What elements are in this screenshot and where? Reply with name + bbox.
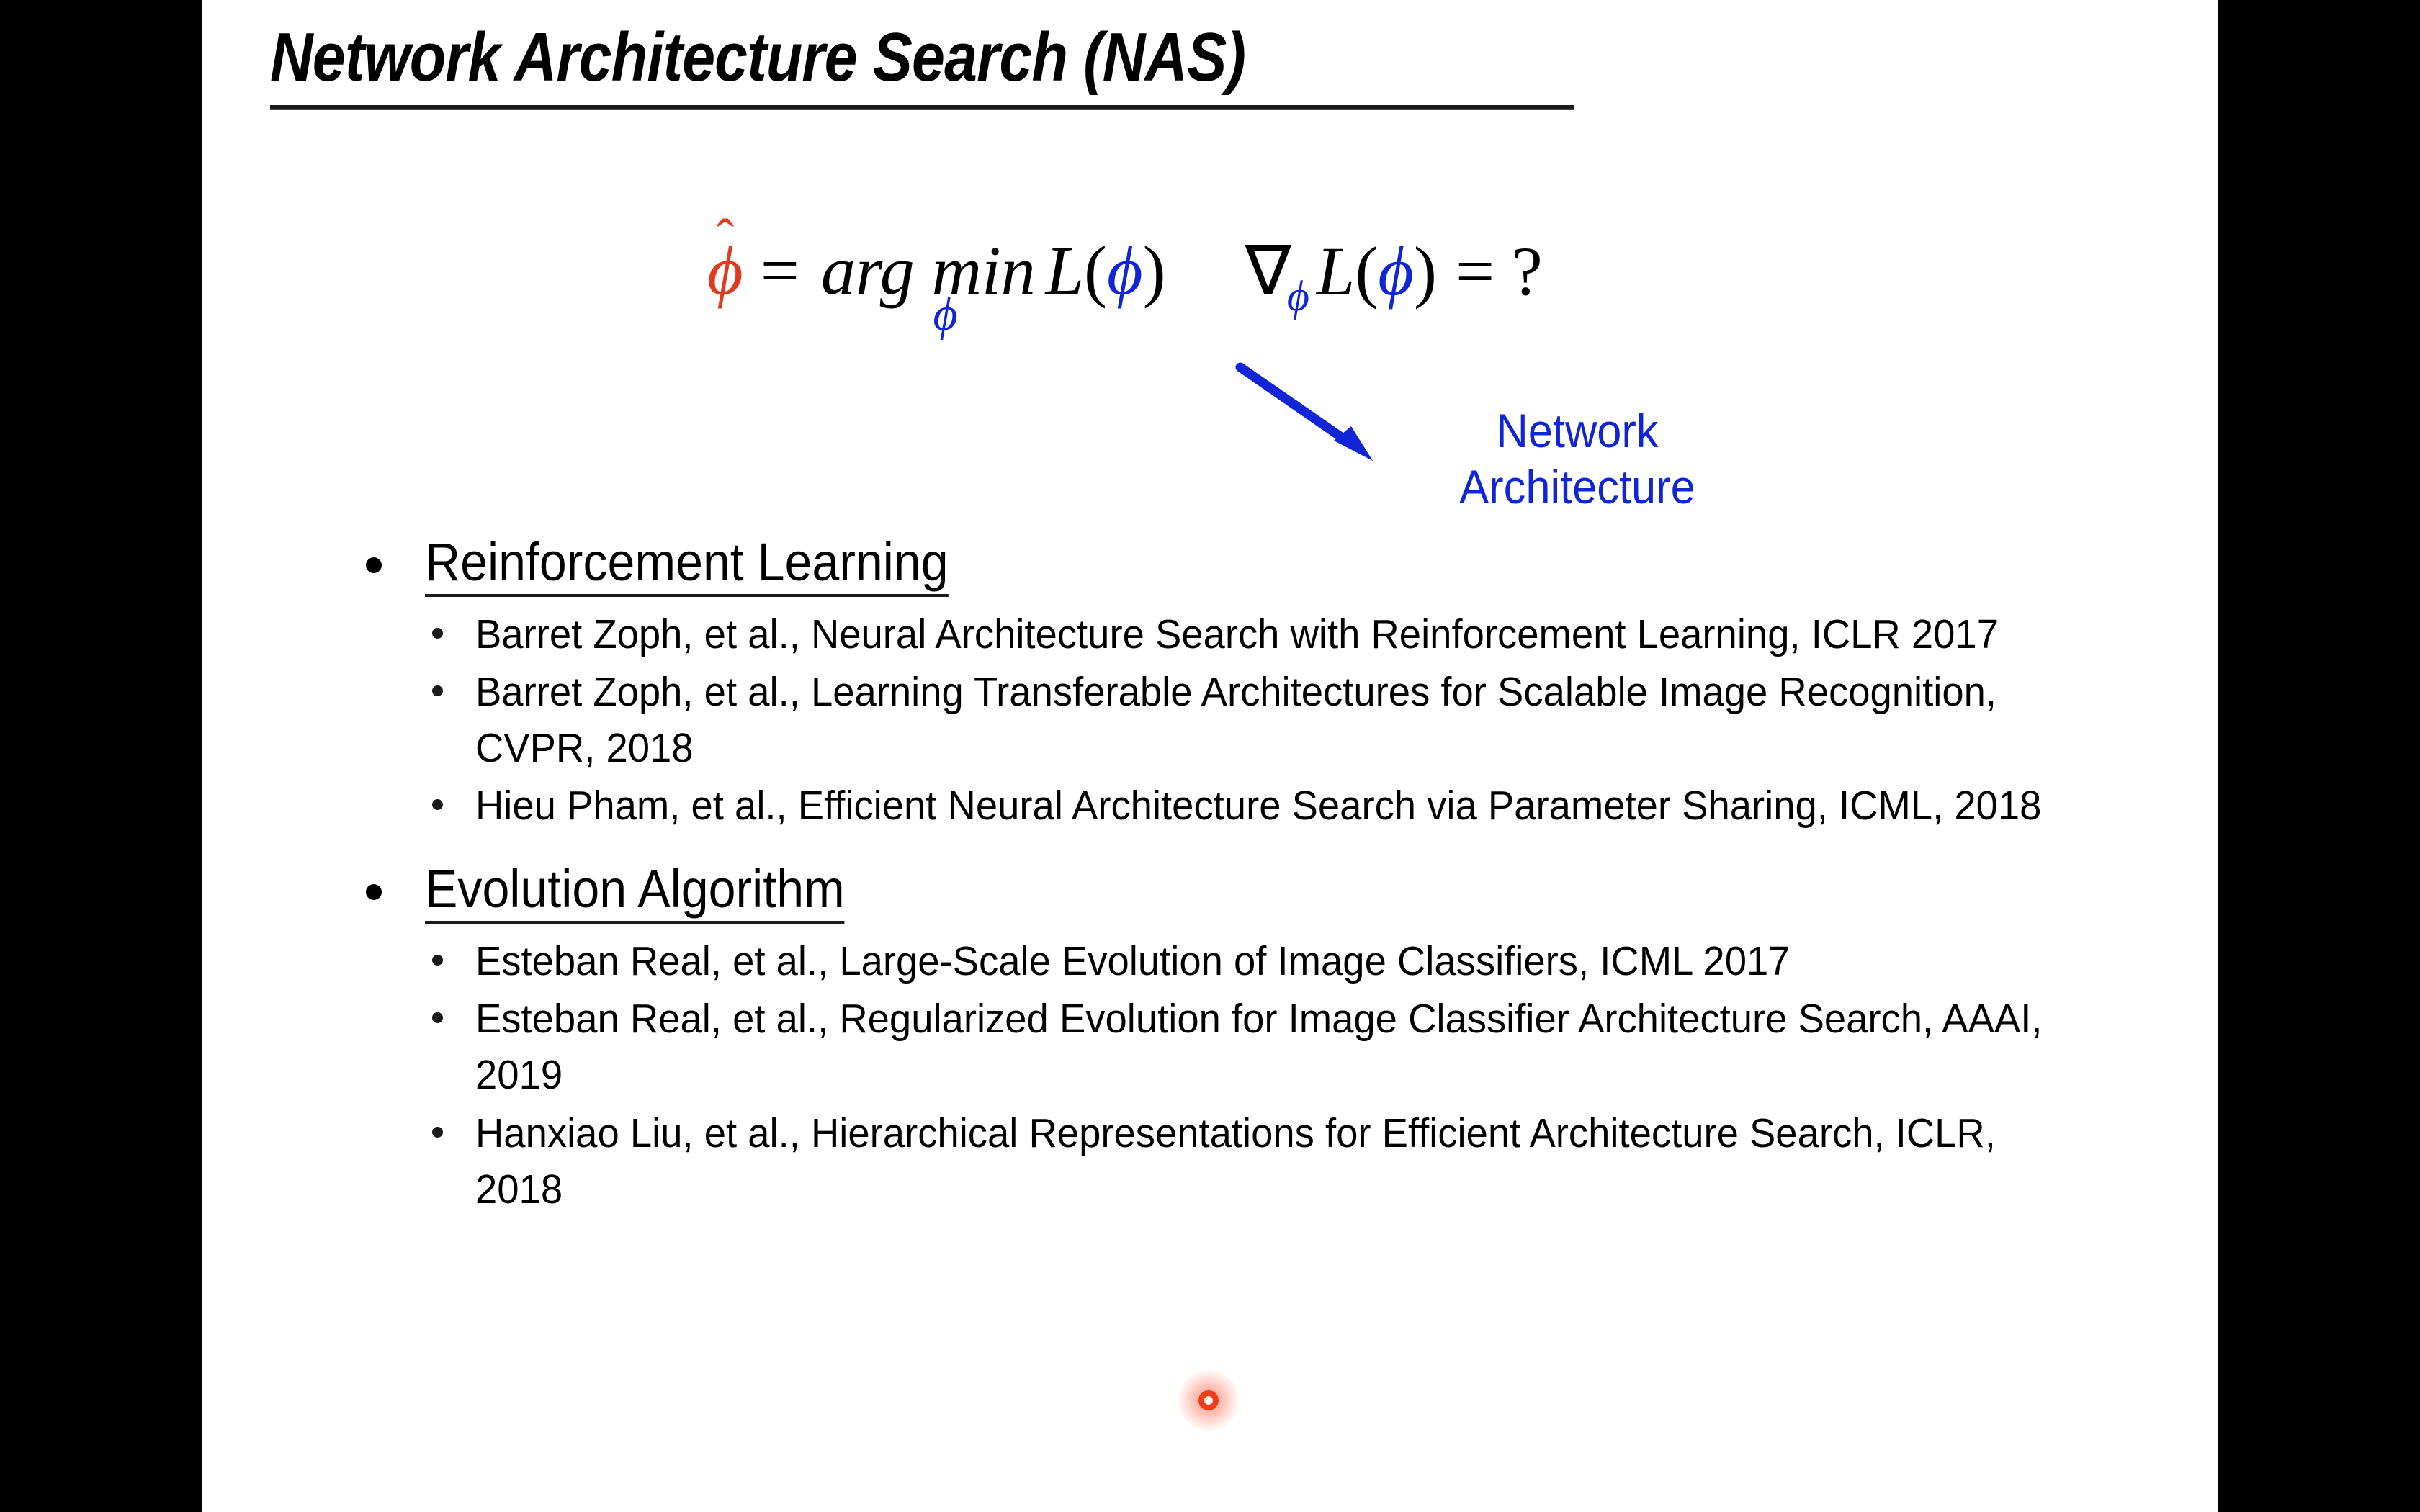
nabla-symbol: ∇ [1245, 233, 1291, 310]
title-underline [270, 104, 1574, 110]
list-item: Hieu Pham, et al., Efficient Neural Arch… [202, 778, 2218, 834]
title-block: Network Architecture Search (NAS) [270, 20, 1588, 110]
sub-bullet-dot-icon [432, 955, 443, 966]
section-heading-label: Reinforcement Learning [425, 532, 949, 597]
list-item: Hanxiao Liu, et al., Hierarchical Repres… [202, 1105, 2218, 1218]
section-heading-reinforcement-learning: Reinforcement Learning [202, 532, 2218, 602]
loss-symbol: L [1045, 232, 1085, 309]
list-item-label: Esteban Real, et al., Large-Scale Evolut… [475, 938, 1791, 985]
list-item: Esteban Real, et al., Regularized Evolut… [202, 991, 2218, 1103]
formula-argmin: ˆ ϕ = arg min ϕ L ( ϕ ) [706, 212, 1166, 338]
list-item-label: Barret Zoph, et al., Neural Architecture… [475, 611, 1999, 657]
letterbox-bar-right [2218, 0, 2420, 1512]
screen: Network Architecture Search (NAS) ˆ ϕ = … [0, 0, 2420, 1512]
open-paren-1: ( [1084, 232, 1107, 309]
close-paren-1: ) [1142, 232, 1166, 309]
content-list: Reinforcement Learning Barret Zoph, et a… [202, 532, 2218, 1219]
hat-accent: ˆ [716, 209, 735, 268]
close-paren-2: ) [1413, 233, 1437, 310]
letterbox-bar-left [0, 0, 202, 1512]
phi-argument-2: ϕ [1378, 233, 1414, 310]
argmin-operator: arg min ϕ [820, 230, 1036, 338]
loss-symbol-2: L [1316, 233, 1355, 310]
sub-bullet-dot-icon [432, 1126, 443, 1138]
list-item-label: Hieu Pham, et al., Efficient Neural Arch… [475, 783, 2042, 829]
equals-question: = ? [1455, 233, 1543, 310]
bullet-dot-icon [366, 884, 382, 901]
list-item: Barret Zoph, et al., Learning Transferab… [202, 664, 2218, 776]
list-item: Esteban Real, et al., Large-Scale Evolut… [202, 933, 2218, 989]
sub-bullet-dot-icon [432, 685, 443, 697]
formula-row: ˆ ϕ = arg min ϕ L ( ϕ ) ∇ ϕ L ( ϕ ) = ? [706, 212, 1543, 338]
phi-hat-red: ˆ ϕ [706, 212, 745, 310]
nabla-subscript-phi: ϕ [1286, 272, 1309, 320]
equals-sign: = [760, 232, 799, 309]
section-heading-label: Evolution Algorithm [425, 859, 845, 924]
argmin-label: arg min [820, 232, 1036, 309]
laser-ring-icon [1198, 1390, 1219, 1410]
page-title: Network Architecture Search (NAS) [270, 19, 1246, 96]
list-item-label: Esteban Real, et al., Regularized Evolut… [475, 996, 2043, 1099]
list-item-label: Hanxiao Liu, et al., Hierarchical Repres… [475, 1110, 1996, 1212]
annotation-network-architecture: Network Architecture [1403, 403, 1752, 516]
bullet-dot-icon [366, 557, 382, 573]
phi-argument-1: ϕ [1106, 232, 1143, 309]
sub-bullet-dot-icon [432, 628, 443, 639]
sub-bullet-dot-icon [432, 1012, 443, 1024]
sub-bullet-dot-icon [432, 799, 443, 811]
annotation-line-1: Network [1496, 404, 1659, 457]
section-heading-evolution-algorithm: Evolution Algorithm [202, 859, 2218, 929]
formula-gradient: ∇ ϕ L ( ϕ ) = ? [1245, 230, 1543, 320]
list-item: Barret Zoph, et al., Neural Architecture… [202, 606, 2218, 662]
list-item-label: Barret Zoph, et al., Learning Transferab… [475, 669, 1997, 772]
open-paren-2: ( [1355, 233, 1379, 310]
argmin-subscript-phi: ϕ [933, 288, 958, 341]
slide-canvas: Network Architecture Search (NAS) ˆ ϕ = … [202, 0, 2218, 1512]
annotation-line-2: Architecture [1459, 459, 1695, 513]
